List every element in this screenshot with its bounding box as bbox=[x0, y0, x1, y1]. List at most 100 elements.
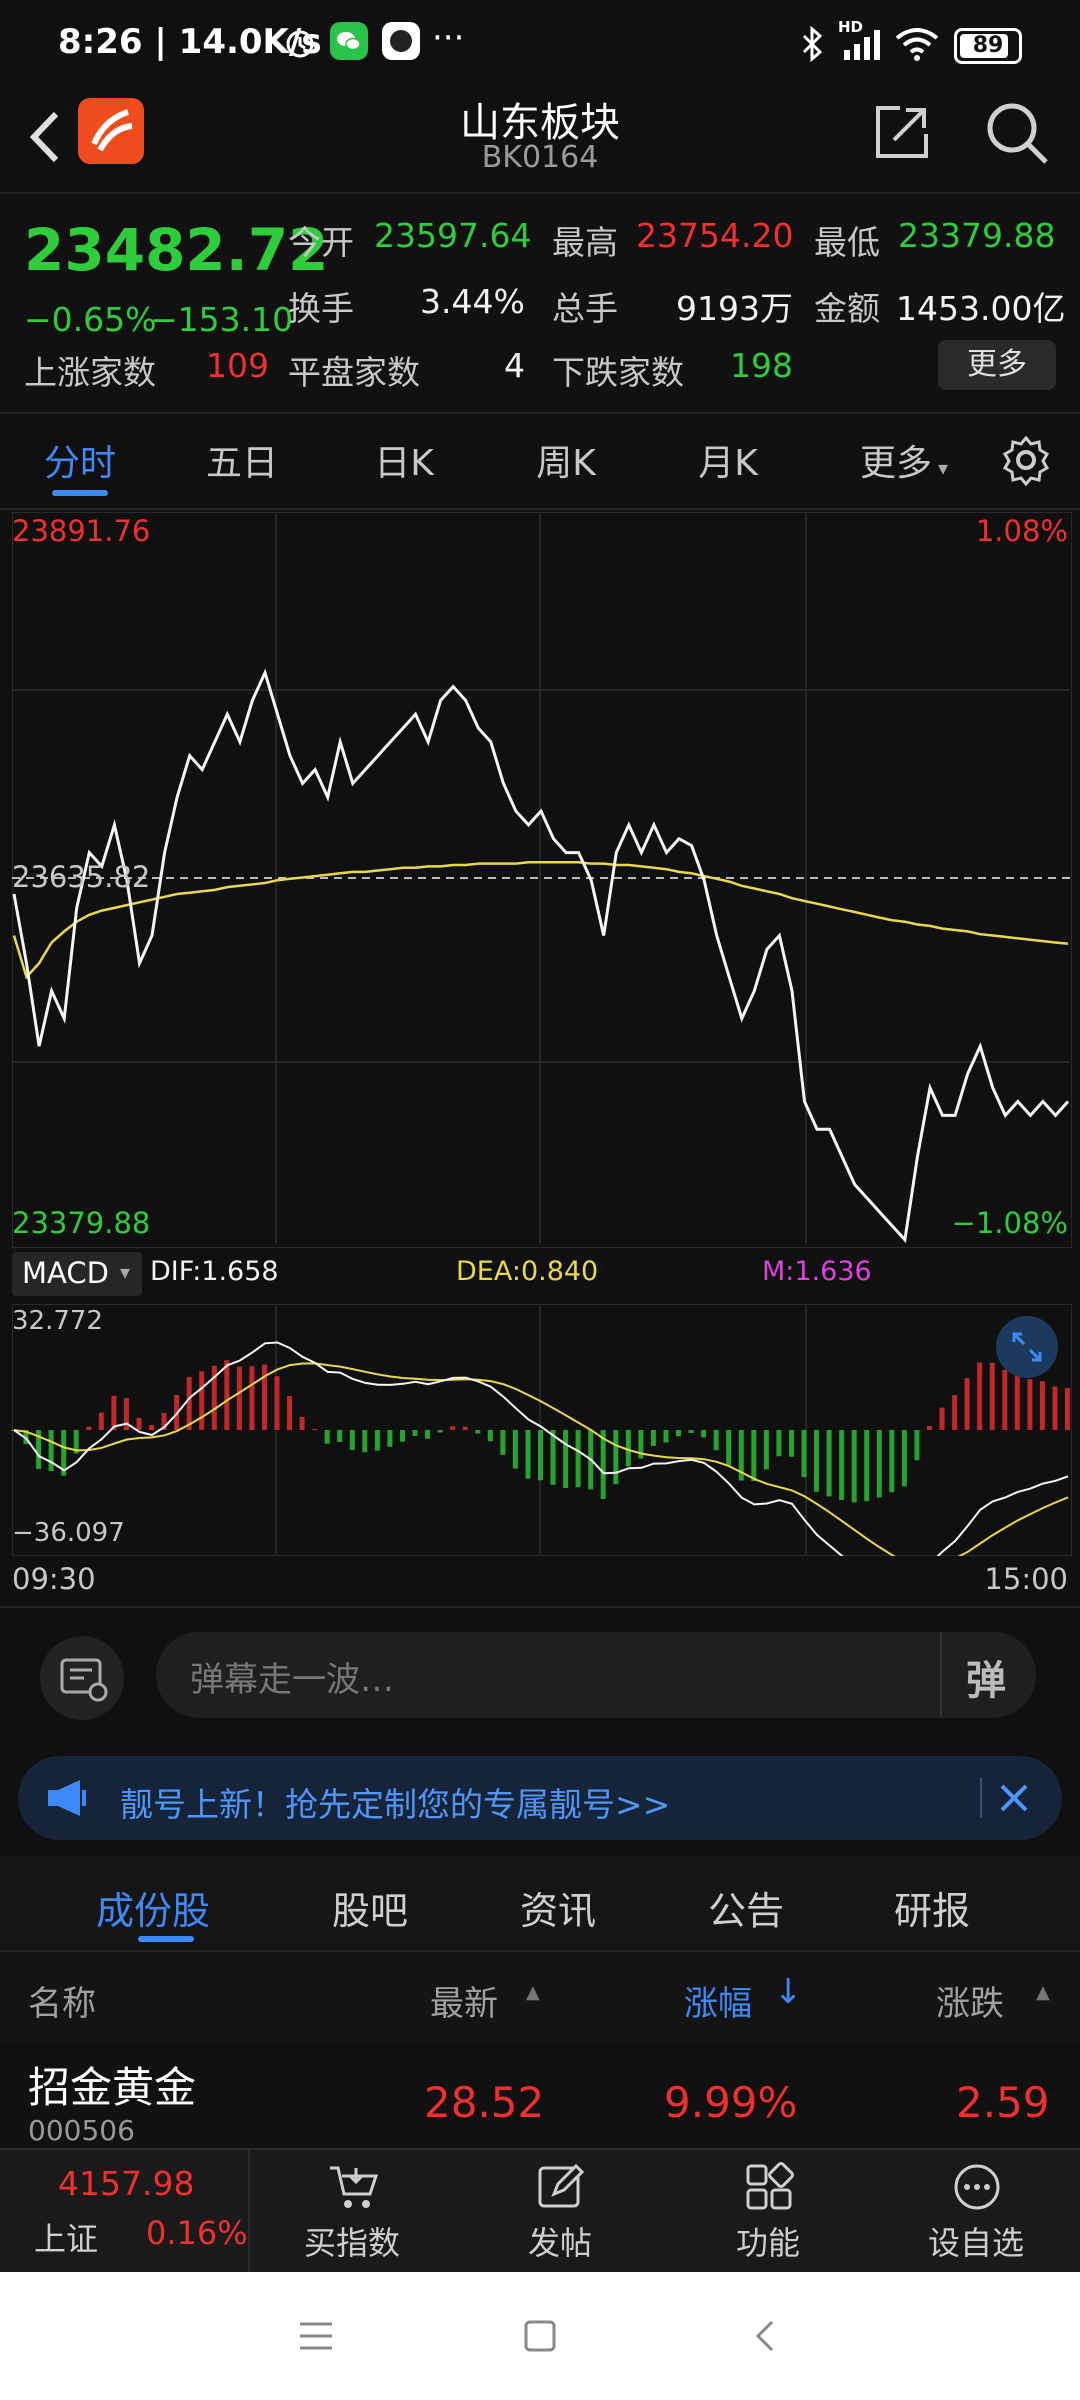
macd-bar bbox=[136, 1417, 142, 1430]
bottom-nav: 4157.98 上证 0.16% 买指数 发帖 功能 设自选 bbox=[0, 2148, 1080, 2272]
macd-bar bbox=[851, 1430, 857, 1503]
danmu-toggle[interactable]: 弹 bbox=[966, 1648, 1006, 1706]
nav-functions[interactable]: 功能 bbox=[688, 2150, 848, 2272]
macd-bar bbox=[676, 1430, 681, 1437]
macd-bar bbox=[324, 1430, 330, 1444]
nav-label: 设自选 bbox=[927, 2224, 1024, 2262]
macd-bar bbox=[751, 1430, 757, 1481]
back-icon[interactable] bbox=[746, 2316, 786, 2356]
share-button[interactable] bbox=[870, 100, 934, 168]
low-label: 最低 bbox=[814, 223, 880, 262]
col-change[interactable]: 涨跌 bbox=[936, 1976, 1004, 2025]
wifi-icon bbox=[894, 26, 940, 66]
tab-intraday[interactable]: 分时 bbox=[20, 434, 140, 486]
tab-constituents[interactable]: 成份股 bbox=[96, 1880, 210, 1935]
macd-bar bbox=[312, 1429, 318, 1431]
chart-top-pct: 1.08% bbox=[975, 514, 1068, 548]
stock-code: 000506 bbox=[28, 2114, 135, 2147]
macd-bar bbox=[538, 1430, 543, 1481]
macd-bar bbox=[362, 1430, 368, 1453]
index-ticker[interactable]: 4157.98 上证 0.16% bbox=[0, 2150, 250, 2272]
macd-bar bbox=[149, 1425, 154, 1430]
index-ticker-value: 4157.98 bbox=[58, 2164, 195, 2203]
tab-research[interactable]: 研报 bbox=[894, 1880, 970, 1935]
macd-bar bbox=[475, 1430, 481, 1434]
down-count-label: 下跌家数 bbox=[552, 353, 684, 392]
amount-value: 1453.00亿 bbox=[896, 289, 1066, 328]
macd-min: −36.097 bbox=[12, 1518, 125, 1548]
system-nav-bar bbox=[0, 2272, 1080, 2400]
tab-daily-k[interactable]: 日K bbox=[344, 434, 464, 486]
caret-down-icon: ▾ bbox=[120, 1260, 131, 1284]
nav-add-watchlist[interactable]: 设自选 bbox=[896, 2150, 1056, 2272]
promo-banner[interactable]: 靓号上新！抢先定制您的专属靓号>> bbox=[18, 1756, 1062, 1840]
bluetooth-icon bbox=[800, 25, 826, 66]
macd-bar bbox=[826, 1430, 832, 1497]
macd-chart[interactable] bbox=[0, 1304, 1080, 1556]
macd-bar bbox=[525, 1430, 531, 1479]
battery-icon: 89 bbox=[954, 28, 1022, 64]
app-notification-icon bbox=[382, 22, 420, 60]
volume-value: 9193万 bbox=[676, 289, 793, 328]
chart-tab-bar: 分时 五日 日K 周K 月K 更多 ▾ bbox=[0, 414, 1080, 510]
col-change-pct[interactable]: 涨幅 bbox=[684, 1976, 752, 2025]
macd-bar bbox=[274, 1376, 280, 1430]
danmu-input[interactable]: 弹幕走一波… 弹 bbox=[156, 1632, 1036, 1718]
danmu-placeholder: 弹幕走一波… bbox=[190, 1660, 394, 1700]
close-icon[interactable] bbox=[996, 1780, 1032, 1816]
nav-post[interactable]: 发帖 bbox=[480, 2150, 640, 2272]
sort-icon: ▲ bbox=[1036, 1982, 1050, 2003]
status-bar: 8:26 | 14.0K/s ··· HD 89 bbox=[0, 0, 1080, 90]
macd-max: 32.772 bbox=[12, 1306, 103, 1336]
tab-monthly-k[interactable]: 月K bbox=[668, 434, 788, 486]
macd-bar bbox=[199, 1371, 205, 1430]
change-value: −153.10 bbox=[150, 300, 294, 339]
macd-bar bbox=[437, 1430, 443, 1433]
macd-bar bbox=[789, 1430, 794, 1457]
index-price: 23482.72 bbox=[24, 216, 329, 284]
macd-bar bbox=[86, 1426, 92, 1430]
index-ticker-pct: 0.16% bbox=[146, 2214, 248, 2252]
chart-bottom-pct: −1.08% bbox=[951, 1206, 1068, 1240]
tab-five-day[interactable]: 五日 bbox=[182, 434, 302, 486]
intraday-chart[interactable] bbox=[0, 510, 1080, 1250]
table-row[interactable]: 招金黄金 000506 28.52 9.99% 2.59 bbox=[0, 2042, 1080, 2148]
macd-bar bbox=[299, 1416, 305, 1430]
search-button[interactable] bbox=[984, 100, 1050, 170]
macd-bar bbox=[650, 1430, 656, 1446]
danmu-settings-button[interactable] bbox=[40, 1636, 124, 1720]
macd-bar bbox=[1002, 1369, 1008, 1430]
macd-bar bbox=[224, 1360, 230, 1430]
chart-top-price: 23891.76 bbox=[12, 514, 151, 548]
col-name[interactable]: 名称 bbox=[28, 1976, 96, 2025]
col-latest[interactable]: 最新 bbox=[430, 1976, 498, 2025]
macd-bar bbox=[713, 1430, 719, 1451]
indicator-selector[interactable]: MACD ▾ bbox=[12, 1252, 142, 1296]
chart-bottom-price: 23379.88 bbox=[12, 1206, 151, 1240]
fullscreen-button[interactable] bbox=[996, 1316, 1058, 1378]
tab-forum[interactable]: 股吧 bbox=[332, 1880, 408, 1935]
tab-weekly-k[interactable]: 周K bbox=[506, 434, 626, 486]
nav-buy-index[interactable]: 买指数 bbox=[272, 2150, 432, 2272]
chart-settings-button[interactable] bbox=[1000, 434, 1052, 490]
tab-announcements[interactable]: 公告 bbox=[708, 1880, 784, 1935]
macd-bar bbox=[939, 1407, 945, 1430]
high-value: 23754.20 bbox=[636, 216, 794, 255]
down-count: 198 bbox=[730, 346, 793, 385]
nav-label: 功能 bbox=[735, 2224, 800, 2262]
more-quote-button[interactable]: 更多 bbox=[938, 340, 1056, 390]
open-value: 23597.64 bbox=[374, 216, 532, 255]
macd-bar bbox=[927, 1425, 932, 1430]
home-icon[interactable] bbox=[520, 2316, 560, 2356]
macd-bar bbox=[487, 1430, 493, 1442]
macd-bar bbox=[1039, 1381, 1045, 1430]
tab-news[interactable]: 资讯 bbox=[520, 1880, 596, 1935]
more-circle-icon bbox=[954, 2164, 1000, 2210]
menu-icon[interactable] bbox=[296, 2316, 336, 2356]
signal-icon bbox=[840, 28, 884, 66]
stock-name: 招金黄金 bbox=[28, 2063, 197, 2112]
macd-bar bbox=[98, 1412, 104, 1430]
danmu-icon bbox=[60, 1658, 108, 1702]
macd-bar bbox=[901, 1430, 907, 1487]
macd-bar bbox=[337, 1430, 343, 1442]
